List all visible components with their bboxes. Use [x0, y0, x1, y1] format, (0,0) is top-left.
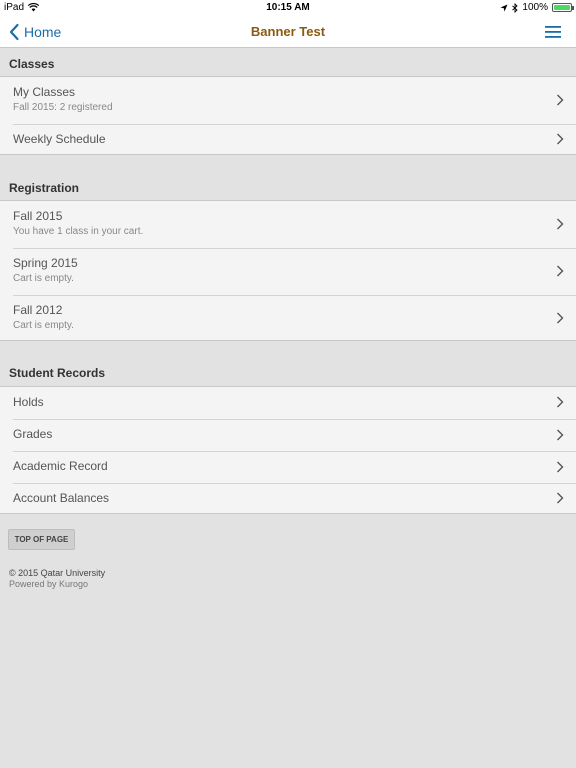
list-item-fall-2015[interactable]: Fall 2015 You have 1 class in your cart.	[0, 201, 576, 248]
list-item-grades[interactable]: Grades	[0, 419, 576, 451]
list-item-subtitle: You have 1 class in your cart.	[13, 226, 144, 237]
battery-percent: 100%	[522, 2, 548, 13]
list-item-subtitle: Cart is empty.	[13, 273, 74, 284]
page-title: Banner Test	[250, 24, 326, 39]
classes-list: My Classes Fall 2015: 2 registered Weekl…	[0, 76, 576, 155]
chevron-right-icon	[557, 461, 564, 473]
battery-icon	[552, 3, 574, 12]
chevron-right-icon	[557, 429, 564, 441]
chevron-right-icon	[557, 396, 564, 408]
menu-icon[interactable]	[544, 24, 562, 40]
list-item-title: Spring 2015	[13, 256, 78, 270]
bluetooth-icon	[512, 2, 519, 13]
list-item-title: Academic Record	[13, 459, 108, 473]
list-item-account-balances[interactable]: Account Balances	[0, 483, 576, 513]
list-item-spring-2015[interactable]: Spring 2015 Cart is empty.	[0, 248, 576, 295]
list-item-title: Holds	[13, 395, 44, 409]
footer-powered-by: Powered by Kurogo	[9, 579, 89, 589]
list-item-title: My Classes	[13, 85, 76, 99]
section-header-classes: Classes	[9, 57, 55, 71]
student-records-list: Holds Grades Academic Record Account Bal…	[0, 386, 576, 514]
status-right: 100%	[500, 2, 574, 13]
list-item-subtitle: Cart is empty.	[13, 320, 74, 331]
list-item-subtitle: Fall 2015: 2 registered	[13, 102, 113, 113]
chevron-right-icon	[557, 94, 564, 106]
chevron-right-icon	[557, 492, 564, 504]
list-item-title: Account Balances	[13, 491, 110, 505]
section-header-student-records: Student Records	[9, 366, 106, 380]
chevron-right-icon	[557, 312, 564, 324]
list-item-title: Fall 2012	[13, 303, 63, 317]
footer-copyright: © 2015 Qatar University	[9, 568, 106, 578]
nav-bar: Home Banner Test	[0, 16, 576, 48]
section-header-registration: Registration	[9, 181, 80, 195]
list-item-fall-2012[interactable]: Fall 2012 Cart is empty.	[0, 295, 576, 340]
list-item-holds[interactable]: Holds	[0, 387, 576, 419]
list-item-title: Weekly Schedule	[13, 132, 106, 146]
registration-list: Fall 2015 You have 1 class in your cart.…	[0, 200, 576, 341]
chevron-right-icon	[557, 218, 564, 230]
status-bar: iPad 10:15 AM 100%	[0, 0, 576, 16]
list-item-title: Grades	[13, 427, 53, 441]
top-of-page-button[interactable]: TOP OF PAGE	[8, 529, 75, 550]
chevron-right-icon	[557, 265, 564, 277]
location-arrow-icon	[500, 4, 508, 11]
list-item-title: Fall 2015	[13, 209, 63, 223]
list-item-my-classes[interactable]: My Classes Fall 2015: 2 registered	[0, 77, 576, 124]
list-item-academic-record[interactable]: Academic Record	[0, 451, 576, 483]
status-time: 10:15 AM	[266, 2, 310, 13]
list-item-weekly-schedule[interactable]: Weekly Schedule	[0, 124, 576, 154]
chevron-right-icon	[557, 133, 564, 145]
